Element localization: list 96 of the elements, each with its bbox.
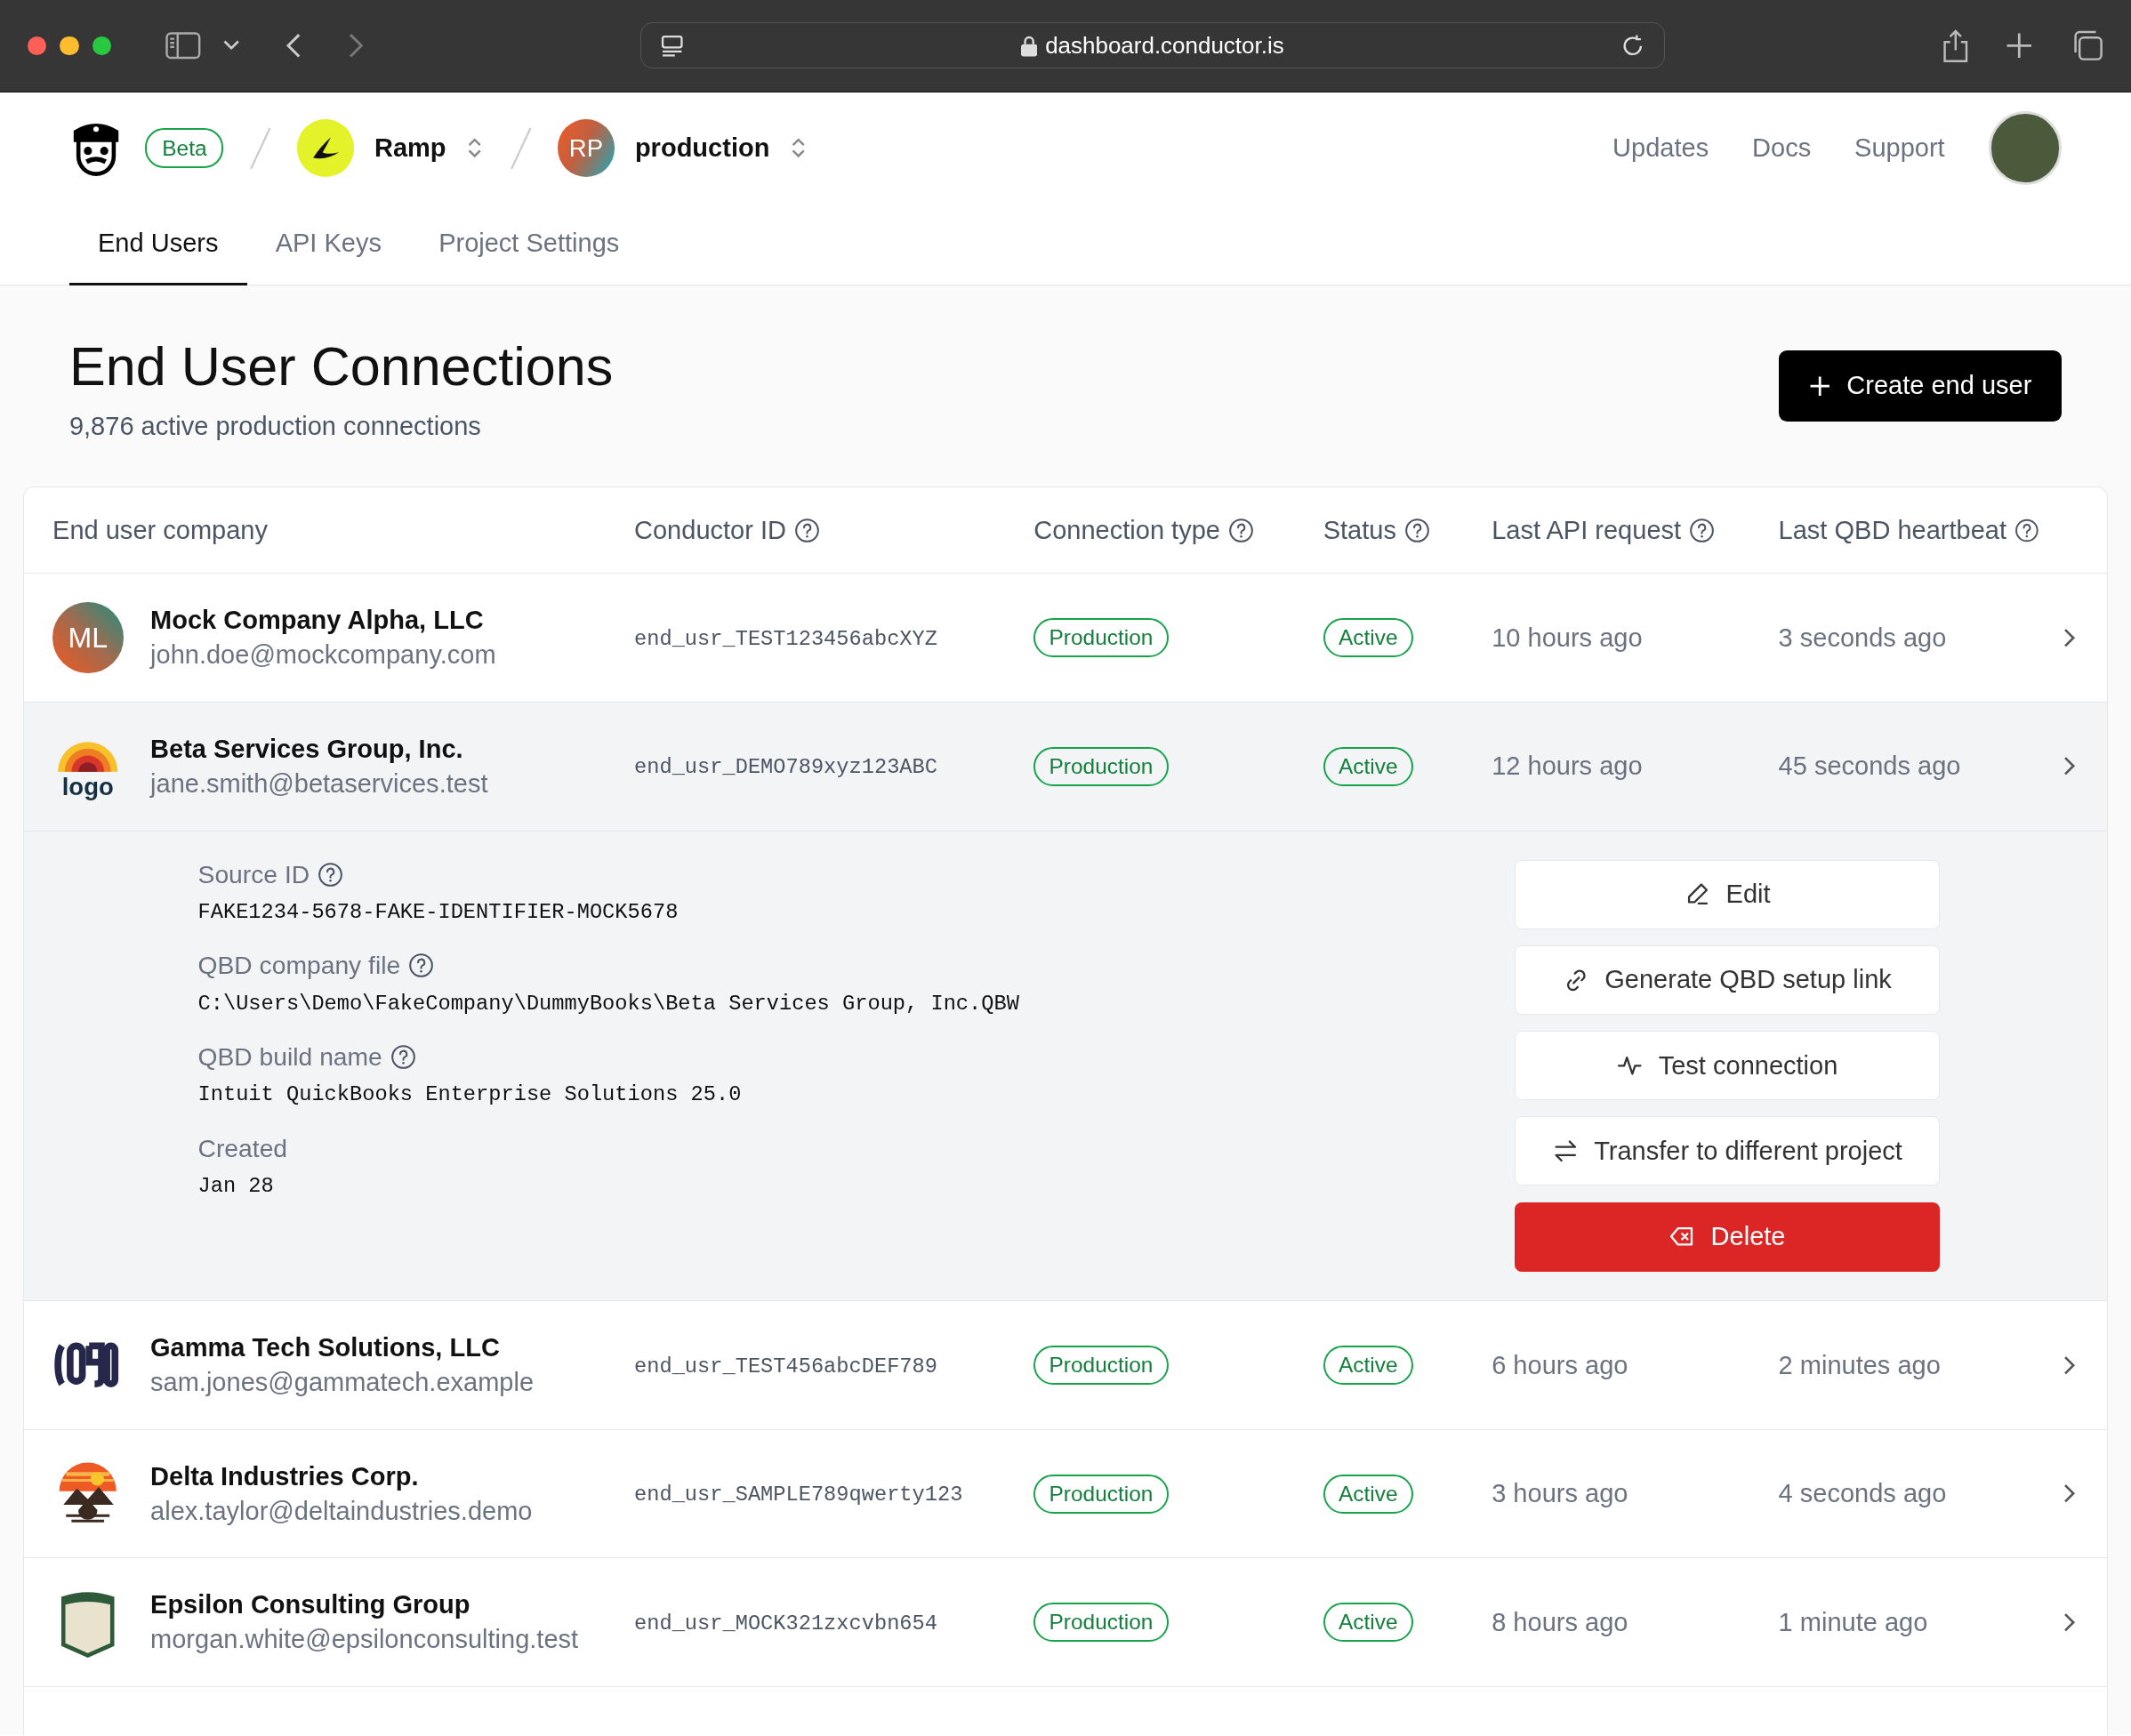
page-icon xyxy=(660,33,685,59)
column-header: Last API request xyxy=(1492,515,1682,545)
field-value: C:\Users\Demo\FakeCompany\DummyBooks\Beta Services Group, Inc.QBW xyxy=(197,991,1020,1016)
last-heartbeat: 3 seconds ago xyxy=(1778,623,1947,652)
connection-type-badge: Production xyxy=(1033,1345,1169,1386)
help-icon[interactable] xyxy=(390,1044,416,1071)
lock-icon xyxy=(1020,35,1037,57)
last-api-request: 10 hours ago xyxy=(1492,623,1643,652)
help-icon[interactable] xyxy=(408,952,435,979)
status-badge: Active xyxy=(1323,1603,1413,1643)
back-icon[interactable] xyxy=(285,32,302,60)
column-header: Status xyxy=(1323,515,1396,545)
help-icon[interactable] xyxy=(318,861,344,888)
company-email: jane.smith@betaservices.test xyxy=(150,768,488,799)
chevron-right-icon[interactable] xyxy=(2062,755,2077,777)
action-button[interactable]: Test connection xyxy=(1514,1031,1940,1100)
conductor-id: end_usr_TEST456abcDEF789 xyxy=(634,1354,937,1378)
column-header: Conductor ID xyxy=(634,515,786,545)
last-heartbeat: 1 minute ago xyxy=(1778,1607,1928,1636)
org-name[interactable]: Ramp xyxy=(374,133,446,164)
field-label: Created xyxy=(197,1133,288,1163)
table-row[interactable]: logo Beta Services Group, Inc. jane.smith@betaservices.test end_usr_DEMO789xyz123ABC Production Active 12 hours ago 45 seconds ago xyxy=(23,702,2107,832)
status-badge: Active xyxy=(1323,1474,1413,1514)
company-email: morgan.white@epsilonconsulting.test xyxy=(150,1625,579,1655)
help-icon[interactable] xyxy=(794,517,821,543)
company-name: Epsilon Consulting Group xyxy=(150,1590,471,1620)
company-email: sam.jones@gammatech.example xyxy=(150,1368,535,1398)
conductor-id: end_usr_SAMPLE789qwerty123 xyxy=(634,1483,963,1507)
field-value: FAKE1234-5678-FAKE-IDENTIFIER-MOCK5678 xyxy=(197,899,680,924)
column-header: Last QBD heartbeat xyxy=(1778,515,2007,545)
conductor-id: end_usr_TEST123456abcXYZ xyxy=(634,626,937,651)
action-button[interactable]: Delete xyxy=(1514,1202,1940,1272)
project-name[interactable]: production xyxy=(634,133,770,164)
help-icon[interactable] xyxy=(1404,517,1431,543)
column-header: Connection type xyxy=(1033,515,1220,545)
project-avatar[interactable]: RP xyxy=(557,119,615,177)
table-row[interactable]: Gamma Tech Solutions, LLC sam.jones@gammatech.example end_usr_TEST456abcDEF789 Production Active 6 hours ago 2 minutes ago xyxy=(23,1301,2107,1430)
chevron-right-icon[interactable] xyxy=(2062,1611,2077,1634)
url-text: dashboard.conductor.is xyxy=(1045,31,1284,60)
connection-type-badge: Production xyxy=(1033,746,1169,786)
help-icon[interactable] xyxy=(2014,517,2039,543)
beta-badge: Beta xyxy=(145,128,224,168)
company-logo: logo xyxy=(52,730,124,802)
connection-type-badge: Production xyxy=(1033,1603,1169,1643)
last-heartbeat: 2 minutes ago xyxy=(1778,1350,1941,1379)
field-value: Intuit QuickBooks Enterprise Solutions 25.0 xyxy=(197,1082,743,1107)
last-api-request: 12 hours ago xyxy=(1492,751,1643,781)
nav-tab[interactable]: End Users xyxy=(68,204,247,285)
table-row[interactable]: Epsilon Consulting Group morgan.white@epsilonconsulting.test end_usr_MOCK321zxcvbn654 Production Active 8 hours ago 1 minute ago xyxy=(23,1558,2107,1688)
table-row[interactable]: ML Mock Company Alpha, LLC john.doe@mockcompany.com end_usr_TEST123456abcXYZ Production Active 10 hours ago 3 seconds ago xyxy=(23,574,2107,703)
connection-type-badge: Production xyxy=(1033,1474,1169,1514)
field-label: QBD build name xyxy=(197,1042,382,1073)
status-badge: Active xyxy=(1323,746,1413,786)
help-icon[interactable] xyxy=(1228,517,1255,543)
sidebar-icon[interactable] xyxy=(165,32,202,60)
plus-icon[interactable] xyxy=(2006,32,2033,60)
last-api-request: 3 hours ago xyxy=(1492,1479,1628,1508)
last-heartbeat: 45 seconds ago xyxy=(1778,751,1961,781)
page-title: End User Connections xyxy=(68,335,614,398)
last-api-request: 8 hours ago xyxy=(1492,1607,1628,1636)
table-row[interactable]: Delta Industries Corp. alex.taylor@deltaindustries.demo end_usr_SAMPLE789qwerty123 Production Active 3 hours ago 4 seconds ago xyxy=(23,1429,2107,1559)
page-subtitle: 9,876 active production connections xyxy=(68,411,482,441)
company-email: alex.taylor@deltaindustries.demo xyxy=(150,1496,533,1526)
plus-icon xyxy=(1808,374,1830,398)
address-bar[interactable]: dashboard.conductor.is xyxy=(639,22,1665,69)
company-name: Gamma Tech Solutions, LLC xyxy=(150,1332,501,1362)
conductor-id: end_usr_DEMO789xyz123ABC xyxy=(634,755,937,780)
company-avatar: ML xyxy=(52,602,124,673)
nav-link[interactable]: Updates xyxy=(1612,133,1709,164)
window-controls[interactable] xyxy=(27,36,112,56)
conductor-id: end_usr_MOCK321zxcvbn654 xyxy=(634,1611,937,1636)
connection-type-badge: Production xyxy=(1033,617,1169,658)
nav-tab[interactable]: Project Settings xyxy=(410,204,648,285)
chevron-down-icon[interactable] xyxy=(222,40,239,52)
forward-icon[interactable] xyxy=(348,32,365,60)
nav-link[interactable]: Support xyxy=(1854,133,1945,164)
status-badge: Active xyxy=(1323,1345,1413,1386)
column-header: End user company xyxy=(52,515,268,545)
create-end-user-button[interactable]: Create end user xyxy=(1778,350,2062,422)
company-email: john.doe@mockcompany.com xyxy=(150,640,496,671)
field-label: Source ID xyxy=(197,859,310,889)
action-button[interactable]: Transfer to different project xyxy=(1514,1116,1940,1186)
chevron-right-icon[interactable] xyxy=(2062,1483,2077,1505)
action-button[interactable]: Edit xyxy=(1514,859,1940,929)
help-icon[interactable] xyxy=(1689,517,1716,543)
field-label: QBD company file xyxy=(197,951,401,981)
field-value: Jan 28 xyxy=(197,1174,275,1199)
action-button[interactable]: Generate QBD setup link xyxy=(1514,944,1940,1015)
nav-tab[interactable]: API Keys xyxy=(246,204,411,285)
nav-link[interactable]: Docs xyxy=(1752,133,1812,164)
company-name: Mock Company Alpha, LLC xyxy=(150,606,485,635)
company-name: Beta Services Group, Inc. xyxy=(150,734,464,764)
last-api-request: 6 hours ago xyxy=(1492,1350,1628,1379)
status-badge: Active xyxy=(1323,617,1413,658)
company-name: Delta Industries Corp. xyxy=(150,1461,420,1491)
last-heartbeat: 4 seconds ago xyxy=(1778,1479,1947,1508)
